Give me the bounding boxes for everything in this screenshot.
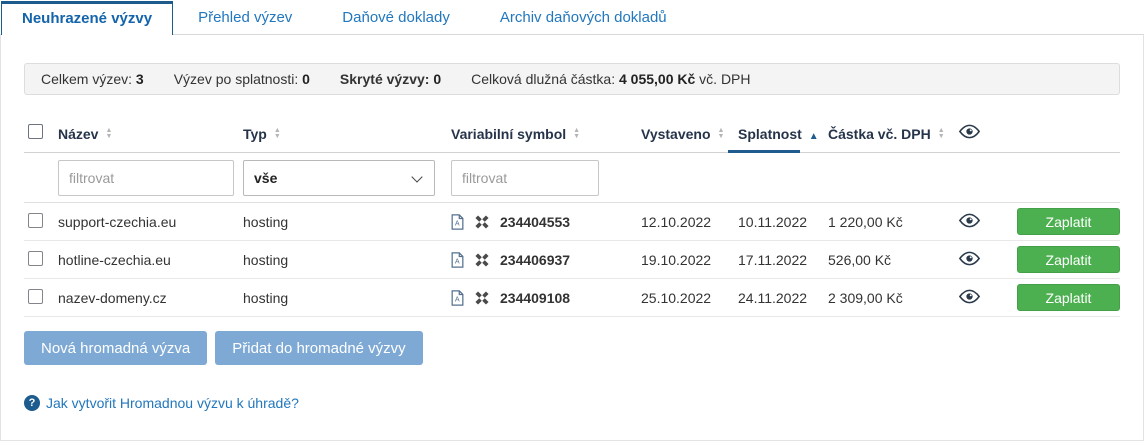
summary-total: Celkem výzev: 3 [41, 71, 144, 87]
column-header-issued[interactable]: Vystaveno [641, 116, 738, 152]
tab-unpaid-notices[interactable]: Neuhrazené výzvy [1, 1, 173, 35]
svg-text:A: A [455, 295, 460, 303]
summary-overdue: Výzev po splatnosti: 0 [174, 71, 310, 87]
table-row: hotline-czechia.eu hosting A 234406937 1… [24, 241, 1120, 279]
filter-name-input[interactable] [58, 160, 234, 196]
add-to-bulk-notice-button[interactable]: Přidat do hromadné výzvy [215, 331, 422, 365]
sort-arrows-icon [105, 128, 112, 140]
column-header-name[interactable]: Název [58, 116, 243, 152]
help-row: Jak vytvořit Hromadnou výzvu k úhradě? [24, 395, 1120, 411]
pdf-file-icon[interactable]: A [451, 214, 464, 230]
row-type: hosting [243, 290, 451, 306]
tab-content: Celkem výzev: 3 Výzev po splatnosti: 0 S… [0, 34, 1144, 441]
row-issued-date: 25.10.2022 [641, 290, 738, 306]
column-header-variable-symbol[interactable]: Variabilní symbol [451, 116, 641, 152]
tab-notices-overview[interactable]: Přehled výzev [173, 1, 317, 34]
qr-payment-icon[interactable] [475, 291, 489, 305]
row-due-date: 24.11.2022 [738, 290, 828, 306]
pdf-file-icon[interactable]: A [451, 252, 464, 268]
sort-arrows-icon [718, 128, 725, 140]
filter-vs-input[interactable] [451, 160, 599, 196]
row-variable-symbol: 234406937 [500, 252, 570, 268]
sort-arrows-icon [573, 128, 580, 140]
pdf-file-icon[interactable]: A [451, 290, 464, 306]
eye-icon[interactable] [959, 289, 980, 304]
row-due-date: 10.11.2022 [738, 214, 828, 230]
row-variable-symbol: 234404553 [500, 214, 570, 230]
row-name: nazev-domeny.cz [58, 290, 243, 306]
row-amount: 1 220,00 Kč [828, 214, 956, 230]
sort-arrows-icon [274, 128, 281, 140]
new-bulk-notice-button[interactable]: Nová hromadná výzva [24, 331, 207, 365]
table-row: support-czechia.eu hosting A 234404553 1… [24, 203, 1120, 241]
row-amount: 526,00 Kč [828, 252, 956, 268]
eye-icon [959, 124, 980, 139]
row-amount: 2 309,00 Kč [828, 290, 956, 306]
sort-asc-icon [809, 126, 819, 142]
row-issued-date: 12.10.2022 [641, 214, 738, 230]
table-row: nazev-domeny.cz hosting A 234409108 25.1… [24, 279, 1120, 317]
eye-icon[interactable] [959, 251, 980, 266]
row-variable-symbol: 234409108 [500, 290, 570, 306]
qr-payment-icon[interactable] [475, 253, 489, 267]
row-due-date: 17.11.2022 [738, 252, 828, 268]
svg-text:A: A [455, 257, 460, 265]
pay-button[interactable]: Zaplatit [1017, 284, 1120, 311]
filter-type-select[interactable]: vše [243, 160, 435, 196]
filter-row: vše [24, 153, 1120, 203]
row-issued-date: 19.10.2022 [641, 252, 738, 268]
row-checkbox[interactable] [28, 289, 43, 304]
row-checkbox[interactable] [28, 251, 43, 266]
row-checkbox[interactable] [28, 213, 43, 228]
eye-icon[interactable] [959, 213, 980, 228]
svg-text:A: A [455, 219, 460, 227]
summary-hidden: Skryté výzvy: 0 [340, 71, 441, 87]
qr-payment-icon[interactable] [475, 215, 489, 229]
help-link[interactable]: Jak vytvořit Hromadnou výzvu k úhradě? [46, 395, 299, 411]
pay-button[interactable]: Zaplatit [1017, 246, 1120, 273]
select-all-checkbox[interactable] [28, 124, 43, 139]
bulk-actions: Nová hromadná výzva Přidat do hromadné v… [24, 331, 1120, 365]
filter-type-select-wrap: vše [243, 160, 435, 196]
summary-bar: Celkem výzev: 3 Výzev po splatnosti: 0 S… [24, 63, 1120, 95]
column-header-type[interactable]: Typ [243, 116, 451, 152]
column-header-due-sorted[interactable]: Splatnost [738, 116, 828, 152]
row-name: support-czechia.eu [58, 214, 243, 230]
row-type: hosting [243, 214, 451, 230]
tab-bar: Neuhrazené výzvy Přehled výzev Daňové do… [0, 0, 1144, 34]
row-type: hosting [243, 252, 451, 268]
table-header-row: Název Typ Variabilní symbol Vystaveno Sp… [24, 116, 1120, 153]
tab-tax-documents-archive[interactable]: Archiv daňových dokladů [475, 1, 692, 34]
sort-arrows-icon [938, 128, 945, 140]
tab-tax-documents[interactable]: Daňové doklady [317, 1, 475, 34]
column-header-amount[interactable]: Částka vč. DPH [828, 116, 956, 152]
column-header-visibility[interactable] [956, 124, 1008, 144]
summary-debt: Celková dlužná částka: 4 055,00 Kč vč. D… [471, 71, 750, 87]
row-name: hotline-czechia.eu [58, 252, 243, 268]
pay-button[interactable]: Zaplatit [1017, 208, 1120, 235]
invoices-page: Neuhrazené výzvy Přehled výzev Daňové do… [0, 0, 1144, 441]
question-circle-icon [24, 395, 40, 411]
